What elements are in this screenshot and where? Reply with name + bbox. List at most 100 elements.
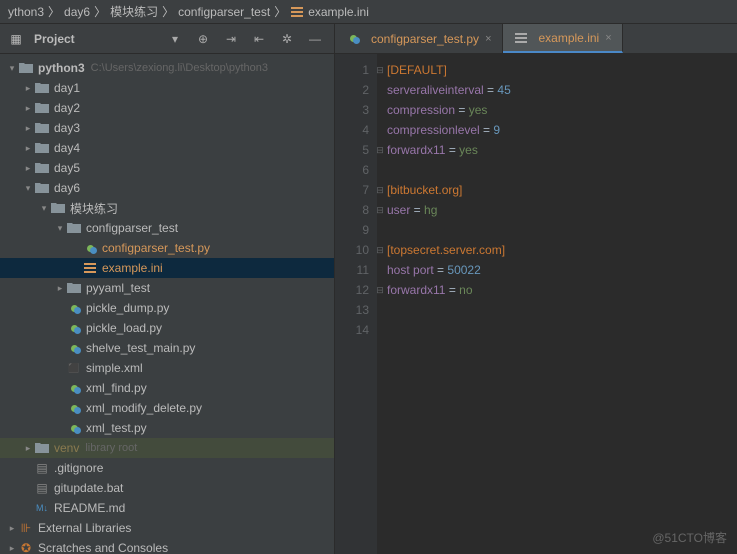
line-number: 4	[335, 120, 369, 140]
code-token: =	[484, 83, 498, 97]
tree-folder-venv[interactable]: ▸venvlibrary root	[0, 438, 334, 458]
chevron-down-icon[interactable]: ▾	[38, 203, 50, 214]
breadcrumb-item[interactable]: 模块练习	[110, 3, 158, 20]
tree-label: xml_modify_delete.py	[86, 401, 202, 415]
tree-folder[interactable]: ▸ day4	[0, 138, 334, 158]
project-icon: ▦	[8, 32, 24, 46]
xml-file-icon: ⬛	[66, 361, 82, 375]
fold-icon[interactable]: ⊟	[375, 200, 385, 220]
expand-icon[interactable]: ⇤	[248, 28, 270, 50]
tree-folder[interactable]: ▸day1	[0, 78, 334, 98]
close-icon[interactable]: ×	[485, 33, 491, 45]
tree-folder[interactable]: ▸ pyyaml_test	[0, 278, 334, 298]
breadcrumb-item[interactable]: ython3	[8, 5, 44, 19]
tree-file[interactable]: xml_find.py	[0, 378, 334, 398]
chevron-right-icon[interactable]: ▸	[22, 103, 34, 114]
line-number: 2	[335, 80, 369, 100]
code-token: [bitbucket.org]	[387, 183, 462, 197]
chevron-right-icon[interactable]: ▸	[22, 123, 34, 134]
chevron-right-icon[interactable]: ▸	[22, 83, 34, 94]
chevron-right-icon[interactable]: ▸	[54, 283, 66, 294]
tree-label: pickle_load.py	[86, 321, 162, 335]
tree-scratches[interactable]: ▸✪Scratches and Consoles	[0, 538, 334, 554]
tree-label: day5	[54, 161, 80, 175]
code-token: 45	[497, 83, 510, 97]
fold-icon[interactable]: ⊟	[375, 240, 385, 260]
close-icon[interactable]: ×	[605, 32, 611, 44]
code-token: =	[445, 283, 459, 297]
tree-folder[interactable]: ▾day6	[0, 178, 334, 198]
code-token: serveraliveinterval	[387, 83, 484, 97]
code-token: host port	[387, 263, 434, 277]
breadcrumb-active[interactable]: example.ini	[308, 5, 369, 19]
chevron-right-icon[interactable]: ▸	[22, 443, 34, 454]
tree-file[interactable]: M↓README.md	[0, 498, 334, 518]
code-token: yes	[459, 143, 478, 157]
chevron-right-icon[interactable]: ▸	[6, 543, 18, 554]
tab-example-ini[interactable]: example.ini ×	[503, 24, 623, 53]
folder-icon	[34, 141, 50, 155]
tab-configparser-py[interactable]: configparser_test.py ×	[335, 24, 503, 53]
line-number: 14	[335, 320, 369, 340]
chevron-right-icon[interactable]: ▸	[22, 143, 34, 154]
chevron-right-icon[interactable]: ▸	[6, 523, 18, 534]
scratches-icon: ✪	[18, 541, 34, 554]
collapse-icon[interactable]: ⇥	[220, 28, 242, 50]
folder-icon	[34, 121, 50, 135]
tree-label: gitupdate.bat	[54, 481, 123, 495]
gear-icon[interactable]: ✲	[276, 28, 298, 50]
ini-file-icon	[290, 5, 304, 19]
sidebar-title[interactable]: Project	[34, 32, 158, 46]
tree-file[interactable]: ▤gitupdate.bat	[0, 478, 334, 498]
folder-icon	[50, 201, 66, 215]
breadcrumb-item[interactable]: configparser_test	[178, 5, 270, 19]
tree-folder[interactable]: ▸day2	[0, 98, 334, 118]
fold-icon[interactable]: ⊟	[375, 280, 385, 300]
tree-file[interactable]: pickle_load.py	[0, 318, 334, 338]
tree-external-libs[interactable]: ▸⊪External Libraries	[0, 518, 334, 538]
sidebar-header: ▦ Project ▾ ⊕ ⇥ ⇤ ✲ —	[0, 24, 334, 54]
locate-icon[interactable]: ⊕	[192, 28, 214, 50]
project-tree[interactable]: ▾ python3 C:\Users\zexiong.li\Desktop\py…	[0, 54, 334, 554]
tree-folder[interactable]: ▸day3	[0, 118, 334, 138]
chevron-down-icon[interactable]: ▾	[22, 183, 34, 194]
chevron-right-icon: 〉	[48, 3, 60, 20]
ini-file-icon	[82, 261, 98, 275]
chevron-right-icon: 〉	[94, 3, 106, 20]
tree-root[interactable]: ▾ python3 C:\Users\zexiong.li\Desktop\py…	[0, 58, 334, 78]
code-area[interactable]: 1 2 3 4 5 6 7 8 9 10 11 12 13 14 ⊟[DEFAU…	[335, 54, 737, 554]
tree-file[interactable]: shelve_test_main.py	[0, 338, 334, 358]
chevron-right-icon[interactable]: ▸	[22, 163, 34, 174]
tree-file[interactable]: xml_modify_delete.py	[0, 398, 334, 418]
watermark: @51CTO博客	[652, 529, 727, 546]
tree-file-selected[interactable]: example.ini	[0, 258, 334, 278]
tree-file[interactable]: ▤.gitignore	[0, 458, 334, 478]
fold-icon[interactable]: ⊟	[375, 140, 385, 160]
tree-file[interactable]: pickle_dump.py	[0, 298, 334, 318]
line-number: 11	[335, 260, 369, 280]
chevron-down-icon[interactable]: ▾	[6, 63, 18, 74]
line-number: 13	[335, 300, 369, 320]
fold-icon[interactable]: ⊟	[375, 180, 385, 200]
fold-icon[interactable]: ⊟	[375, 60, 385, 80]
tree-label: README.md	[54, 501, 125, 515]
tree-file[interactable]: ⬛simple.xml	[0, 358, 334, 378]
tree-folder[interactable]: ▾configparser_test	[0, 218, 334, 238]
code-token: [topsecret.server.com]	[387, 243, 505, 257]
code-token: =	[480, 123, 494, 137]
tree-folder[interactable]: ▾模块练习	[0, 198, 334, 218]
line-number: 12	[335, 280, 369, 300]
chevron-down-icon[interactable]: ▾	[164, 28, 186, 50]
line-number: 10	[335, 240, 369, 260]
hide-icon[interactable]: —	[304, 28, 326, 50]
code-token: =	[455, 103, 469, 117]
line-number: 8	[335, 200, 369, 220]
tree-file[interactable]: xml_test.py	[0, 418, 334, 438]
code-content[interactable]: ⊟[DEFAULT] serveraliveinterval = 45 comp…	[377, 54, 737, 554]
tree-folder[interactable]: ▸ day5	[0, 158, 334, 178]
tree-file[interactable]: configparser_test.py	[0, 238, 334, 258]
tree-label: pyyaml_test	[86, 281, 150, 295]
tree-label: day4	[54, 141, 80, 155]
chevron-down-icon[interactable]: ▾	[54, 223, 66, 234]
breadcrumb-item[interactable]: day6	[64, 5, 90, 19]
